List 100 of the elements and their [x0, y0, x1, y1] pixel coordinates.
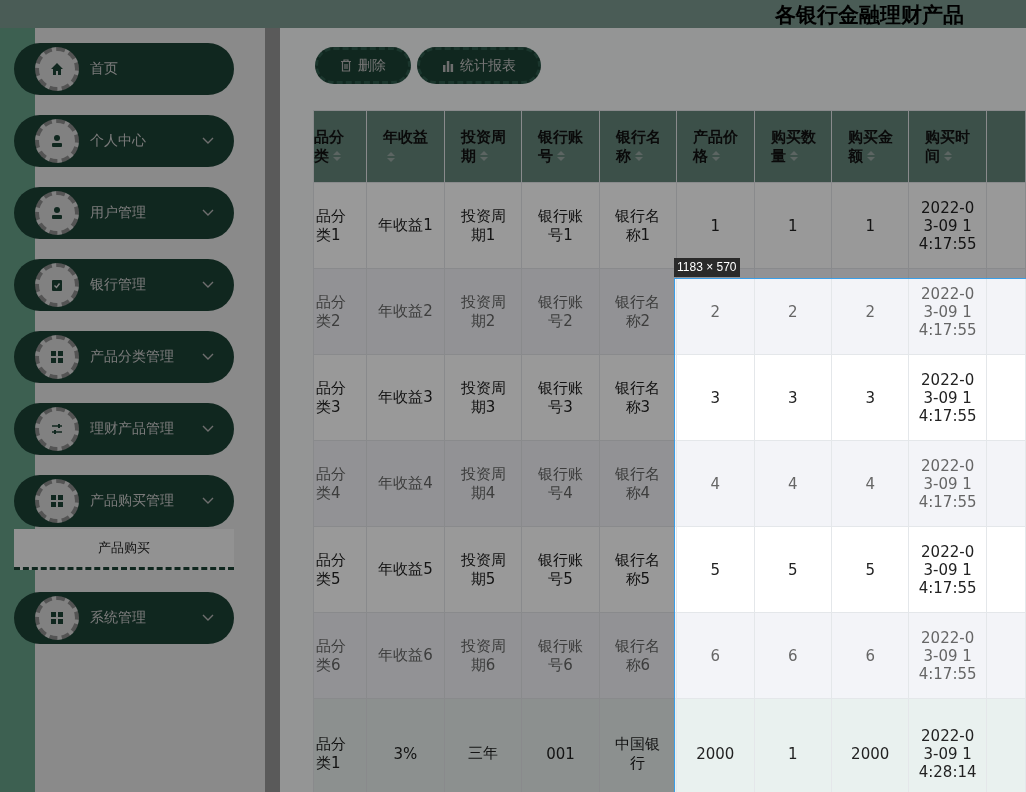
sort-icon[interactable]: [712, 151, 721, 161]
column-header[interactable]: 产品价格: [676, 110, 755, 183]
sort-icon[interactable]: [867, 151, 875, 161]
table-cell: 2000: [676, 698, 755, 792]
home-icon: [50, 62, 64, 76]
bar-chart-icon: [442, 59, 454, 72]
table-cell: 2022-03-09 14:17:55: [908, 440, 987, 527]
table-cell: 投资周期4: [444, 440, 522, 527]
menu-item[interactable]: 系统管理: [14, 592, 234, 644]
table-cell: 年收益1: [366, 182, 445, 269]
table-cell: 1: [831, 182, 909, 269]
table-cell: 品分类2: [313, 268, 367, 355]
sliders-icon: [50, 422, 64, 436]
menu-item[interactable]: 银行管理: [14, 259, 234, 311]
sort-icon[interactable]: [944, 151, 953, 161]
table-cell: 4: [676, 440, 755, 527]
user-icon: [50, 206, 64, 220]
table-cell: 银行账号6: [521, 612, 600, 699]
sort-icon[interactable]: [333, 151, 341, 161]
menu-item[interactable]: 用户管理: [14, 187, 234, 239]
user-icon: [50, 134, 64, 148]
table-cell: 银行账号3: [521, 354, 600, 441]
table-cell: 3: [676, 354, 755, 441]
column-header[interactable]: 购买金额: [831, 110, 909, 183]
table-cell: 3: [831, 354, 909, 441]
chevron-down-icon: [202, 497, 214, 505]
grid-icon: [50, 350, 64, 364]
chevron-down-icon: [202, 353, 214, 361]
table-cell: 5: [754, 526, 832, 613]
chevron-down-icon: [202, 614, 214, 622]
table-cell: 2022-03-09 14:17:55: [908, 612, 987, 699]
table-cell: 银行账号4: [521, 440, 600, 527]
table-cell: 2022-03-09 14:17:55: [908, 354, 987, 441]
table-cell: 5: [831, 526, 909, 613]
menu-item[interactable]: 首页: [14, 43, 234, 95]
page-title: 各银行金融理财产品: [775, 2, 964, 28]
table-cell: 4: [831, 440, 909, 527]
table-cell: 年收益6: [366, 612, 445, 699]
menu-item[interactable]: 个人中心: [14, 115, 234, 167]
table-cell: 投资周期6: [444, 612, 522, 699]
table-cell: 品分类6: [313, 612, 367, 699]
column-header[interactable]: 购买数量: [754, 110, 832, 183]
sort-icon[interactable]: [557, 151, 566, 161]
column-header[interactable]: 银行账号: [521, 110, 600, 183]
chevron-down-icon: [202, 425, 214, 433]
column-header[interactable]: 品分类: [313, 110, 367, 183]
menu-item[interactable]: 理财产品管理: [14, 403, 234, 455]
table-cell: 银行名称1: [599, 182, 677, 269]
table-cell: 三年: [444, 698, 522, 792]
column-header[interactable]: 投资周期: [444, 110, 522, 183]
clipboard-icon: [50, 278, 64, 292]
table-cell: 3%: [366, 698, 445, 792]
table-cell: 6: [676, 612, 755, 699]
table-cell: 001: [521, 698, 600, 792]
table-cell: 投资周期3: [444, 354, 522, 441]
menu-item[interactable]: 产品购买管理: [14, 475, 234, 527]
table-cell: 品分类1: [313, 698, 367, 792]
table-cell: 投资周期5: [444, 526, 522, 613]
table-cell: 6: [831, 612, 909, 699]
chevron-down-icon: [202, 281, 214, 289]
table-cell: 2022-03-09 14:17:55: [908, 526, 987, 613]
table-cell: 3: [754, 354, 832, 441]
sort-icon[interactable]: [387, 151, 396, 162]
table-cell: 银行名称3: [599, 354, 677, 441]
table-cell: 品分类1: [313, 182, 367, 269]
table-cell: 品分类3: [313, 354, 367, 441]
table-cell: 银行账号1: [521, 182, 600, 269]
table-cell: 4: [754, 440, 832, 527]
column-header[interactable]: 购买时间: [908, 110, 987, 183]
table-cell: 银行名称5: [599, 526, 677, 613]
toolbar-button[interactable]: 统计报表: [417, 47, 541, 84]
chevron-down-icon: [202, 209, 214, 217]
table-cell: 2: [831, 268, 909, 355]
table-cell: 5: [676, 526, 755, 613]
scrollbar-track[interactable]: [265, 28, 280, 792]
sort-icon[interactable]: [789, 151, 798, 161]
table-cell: 年收益2: [366, 268, 445, 355]
table-cell: 2: [754, 268, 832, 355]
grid-icon: [50, 494, 64, 508]
table-cell: 品分类5: [313, 526, 367, 613]
menu-item[interactable]: 产品分类管理: [14, 331, 234, 383]
column-header[interactable]: 银行名称: [599, 110, 677, 183]
table-cell: 2022-03-09 14:28:14: [908, 698, 987, 792]
table-cell: 银行账号2: [521, 268, 600, 355]
column-header[interactable]: 年收益: [366, 110, 445, 183]
sort-icon[interactable]: [634, 151, 643, 161]
toolbar-button[interactable]: 删除: [315, 47, 411, 84]
grid-icon: [50, 611, 64, 625]
table-cell: 2022-03-09 14:17:55: [908, 268, 987, 355]
table-cell: 年收益5: [366, 526, 445, 613]
table-cell: 投资周期2: [444, 268, 522, 355]
table-cell: 1: [754, 182, 832, 269]
sort-icon[interactable]: [479, 151, 488, 161]
table-cell: 年收益4: [366, 440, 445, 527]
table-cell: 年收益3: [366, 354, 445, 441]
trash-icon: [340, 59, 352, 72]
table-cell: 中国银行: [599, 698, 677, 792]
table-cell: 2022-03-09 14:17:55: [908, 182, 987, 269]
table-cell: 投资周期1: [444, 182, 522, 269]
submenu-item[interactable]: 产品购买: [14, 529, 234, 570]
